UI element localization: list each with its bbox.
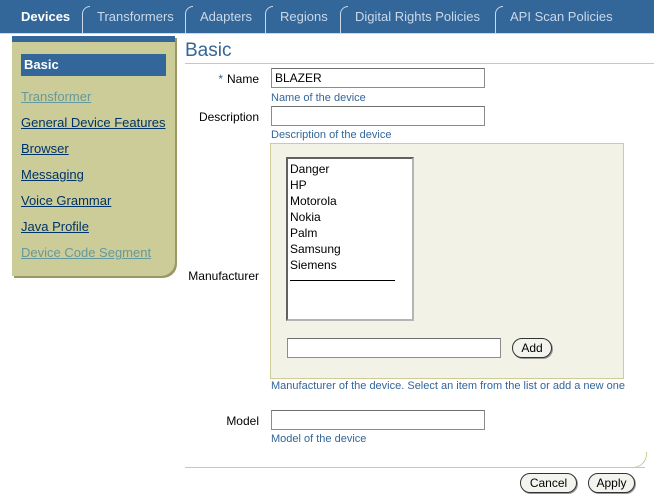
tab-label: Regions — [280, 9, 328, 24]
manufacturer-option-separator — [290, 280, 395, 281]
new-manufacturer-input[interactable] — [287, 338, 501, 358]
tab-separator — [495, 6, 503, 33]
cancel-button[interactable]: Cancel — [520, 473, 577, 493]
tab-bar-underline — [0, 33, 654, 34]
sidenav-link-messaging[interactable]: Messaging — [21, 167, 84, 182]
manufacturer-panel: Danger HP Motorola Nokia Palm Samsung Si… — [270, 143, 624, 379]
manufacturer-option-nokia[interactable]: Nokia — [288, 209, 412, 225]
sidenav-link-browser[interactable]: Browser — [21, 141, 69, 156]
name-input[interactable] — [271, 68, 485, 88]
manufacturer-hint: Manufacturer of the device. Select an it… — [271, 380, 626, 392]
tab-api-scan-policies[interactable]: API Scan Policies — [495, 0, 613, 33]
name-label: Name — [226, 72, 259, 86]
manufacturer-option-hp[interactable]: HP — [288, 177, 412, 193]
manufacturer-option-danger[interactable]: Danger — [288, 161, 412, 177]
manufacturer-listbox[interactable]: Danger HP Motorola Nokia Palm Samsung Si… — [286, 157, 414, 321]
tab-label: Adapters — [200, 9, 253, 24]
model-input[interactable] — [271, 410, 485, 430]
add-manufacturer-button[interactable]: Add — [512, 338, 552, 358]
tab-digital-rights-policies[interactable]: Digital Rights Policies — [340, 0, 480, 33]
tab-separator — [185, 6, 193, 33]
description-input[interactable] — [271, 106, 485, 126]
name-hint: Name of the device — [271, 92, 366, 104]
sidenav-link-transformer[interactable]: Transformer — [21, 89, 91, 104]
footer-divider — [185, 467, 645, 468]
sidenav-link-general-device-features[interactable]: General Device Features — [21, 115, 166, 130]
sidenav-link-device-code-segment[interactable]: Device Code Segment — [21, 245, 151, 260]
required-indicator: * — [218, 72, 223, 86]
tab-separator — [265, 6, 273, 33]
sidenav-link-voice-grammar[interactable]: Voice Grammar — [21, 193, 111, 208]
tab-regions[interactable]: Regions — [265, 0, 328, 33]
title-divider — [185, 63, 654, 64]
manufacturer-option-palm[interactable]: Palm — [288, 225, 412, 241]
side-navigation: Basic Transformer General Device Feature… — [12, 36, 175, 276]
sidenav-link-java-profile[interactable]: Java Profile — [21, 219, 89, 234]
side-navigation-header-strip — [12, 36, 175, 42]
tab-separator — [340, 6, 348, 33]
tab-devices[interactable]: Devices — [6, 0, 70, 33]
description-label: Description — [198, 110, 259, 124]
tab-label: API Scan Policies — [510, 9, 613, 24]
manufacturer-option-motorola[interactable]: Motorola — [288, 193, 412, 209]
manufacturer-option-siemens[interactable]: Siemens — [288, 257, 412, 273]
page-title: Basic — [185, 40, 232, 61]
tab-label: Transformers — [97, 9, 174, 24]
name-label-group: * Name — [218, 72, 259, 86]
model-hint: Model of the device — [271, 433, 367, 445]
manufacturer-option-samsung[interactable]: Samsung — [288, 241, 412, 257]
description-hint: Description of the device — [271, 129, 392, 141]
sidenav-item-basic[interactable]: Basic — [21, 54, 166, 76]
tab-label: Digital Rights Policies — [355, 9, 480, 24]
tab-separator — [82, 6, 90, 33]
manufacturer-label: Manufacturer — [188, 269, 259, 283]
footer-corner — [625, 452, 647, 468]
tab-bar: Devices Transformers Adapters Regions Di… — [0, 0, 654, 33]
model-label: Model — [226, 414, 259, 428]
tab-adapters[interactable]: Adapters — [185, 0, 252, 33]
tab-label: Devices — [21, 9, 71, 24]
tab-transformers[interactable]: Transformers — [82, 0, 174, 33]
apply-button[interactable]: Apply — [588, 473, 635, 493]
